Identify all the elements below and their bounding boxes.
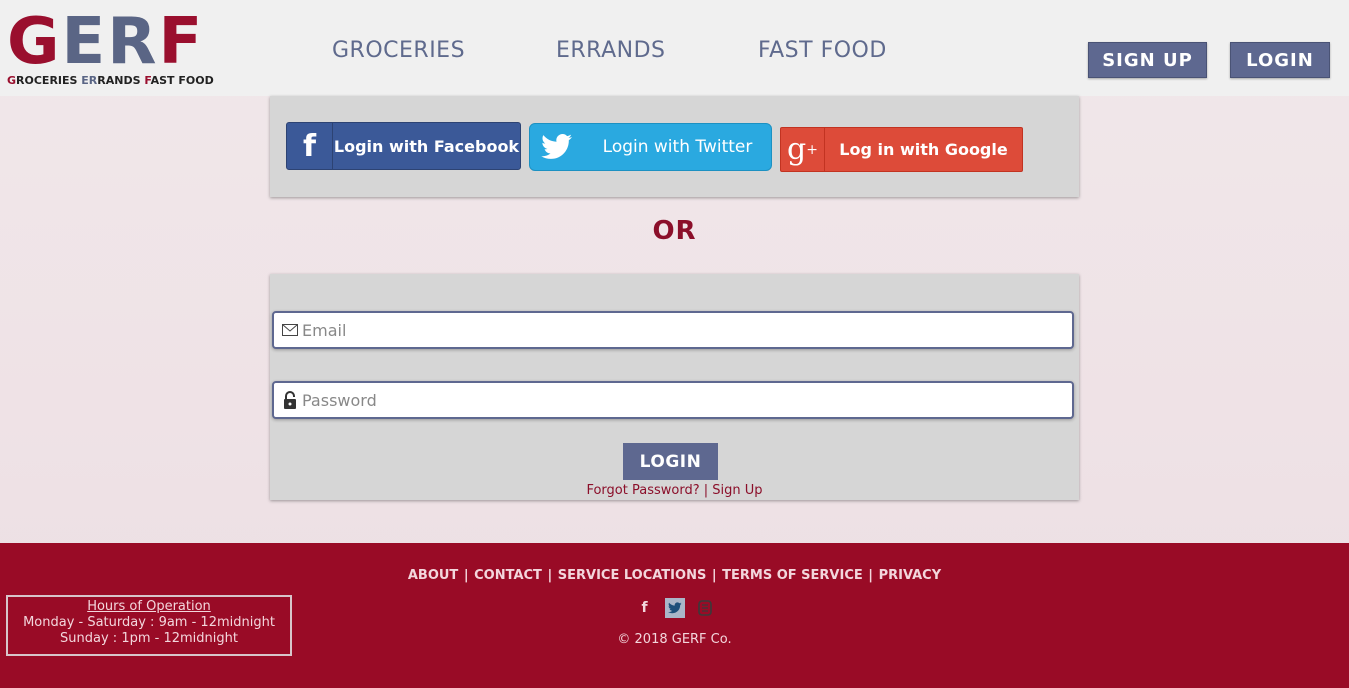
footer-terms-link[interactable]: TERMS OF SERVICE bbox=[722, 568, 863, 583]
hours-of-operation: Hours of Operation Monday - Saturday : 9… bbox=[6, 595, 292, 656]
logo-letters-er: ER bbox=[61, 5, 159, 79]
footer-instagram-icon[interactable] bbox=[695, 598, 715, 618]
hours-title: Hours of Operation bbox=[87, 599, 211, 614]
nav-groceries[interactable]: GROCERIES bbox=[332, 38, 465, 63]
nav-errands[interactable]: ERRANDS bbox=[556, 38, 666, 63]
hours-sunday: Sunday : 1pm - 12midnight bbox=[60, 631, 238, 646]
twitter-icon bbox=[530, 124, 584, 170]
logo-wordmark: GERF bbox=[7, 10, 204, 74]
nav-fast-food[interactable]: FAST FOOD bbox=[758, 38, 887, 63]
social-login-panel: f Login with Facebook Login with Twitter… bbox=[270, 96, 1079, 197]
gerf-logo[interactable]: GERF GROCERIES ERRANDS FAST FOOD bbox=[5, 10, 215, 90]
sign-up-button[interactable]: SIGN UP bbox=[1088, 42, 1207, 78]
footer-sep: | bbox=[463, 568, 469, 583]
or-divider: OR bbox=[652, 216, 697, 246]
envelope-icon bbox=[278, 324, 302, 336]
footer: ABOUT | CONTACT | SERVICE LOCATIONS | TE… bbox=[0, 543, 1349, 688]
facebook-login-label: Login with Facebook bbox=[333, 136, 520, 156]
footer-sep: | bbox=[711, 568, 717, 583]
logo-letter-f: F bbox=[158, 5, 205, 79]
google-login-label: Log in with Google bbox=[839, 140, 1008, 159]
twitter-login-label: Login with Twitter bbox=[602, 137, 753, 157]
facebook-login-button[interactable]: f Login with Facebook bbox=[286, 122, 521, 170]
footer-service-locations-link[interactable]: SERVICE LOCATIONS bbox=[558, 568, 707, 583]
password-field[interactable] bbox=[272, 381, 1074, 419]
links-separator: | bbox=[699, 483, 713, 498]
google-login-button[interactable]: g + Log in with Google bbox=[780, 127, 1023, 172]
lock-icon bbox=[278, 391, 302, 409]
twitter-login-button[interactable]: Login with Twitter bbox=[529, 123, 772, 171]
footer-twitter-icon[interactable] bbox=[664, 598, 685, 618]
tagline-roceries: ROCERIES bbox=[16, 74, 82, 87]
footer-contact-link[interactable]: CONTACT bbox=[474, 568, 542, 583]
email-field[interactable] bbox=[272, 311, 1074, 349]
header: GERF GROCERIES ERRANDS FAST FOOD GROCERI… bbox=[0, 0, 1349, 96]
header-login-button[interactable]: LOGIN bbox=[1230, 42, 1330, 78]
tagline-g: G bbox=[7, 74, 17, 87]
tagline-rands: RANDS bbox=[97, 74, 145, 87]
password-input[interactable] bbox=[302, 383, 1072, 417]
footer-sep: | bbox=[547, 568, 553, 583]
form-links: Forgot Password? | Sign Up bbox=[0, 483, 1349, 498]
logo-tagline: GROCERIES ERRANDS FAST FOOD bbox=[7, 74, 214, 87]
footer-about-link[interactable]: ABOUT bbox=[408, 568, 458, 583]
login-button[interactable]: LOGIN bbox=[623, 443, 718, 480]
logo-letter-g: G bbox=[7, 5, 62, 79]
footer-sep: | bbox=[868, 568, 874, 583]
footer-privacy-link[interactable]: PRIVACY bbox=[879, 568, 942, 583]
tagline-ast-food: AST FOOD bbox=[150, 74, 214, 87]
footer-facebook-icon[interactable]: f bbox=[635, 598, 655, 618]
forgot-password-link[interactable]: Forgot Password? bbox=[586, 483, 699, 498]
email-input[interactable] bbox=[302, 313, 1072, 347]
footer-nav: ABOUT | CONTACT | SERVICE LOCATIONS | TE… bbox=[0, 568, 1349, 583]
hours-weekday: Monday - Saturday : 9am - 12midnight bbox=[23, 615, 275, 630]
google-plus-icon: g + bbox=[781, 128, 825, 171]
facebook-icon: f bbox=[287, 123, 333, 169]
tagline-er: ER bbox=[81, 74, 98, 87]
sign-up-link[interactable]: Sign Up bbox=[712, 483, 762, 498]
